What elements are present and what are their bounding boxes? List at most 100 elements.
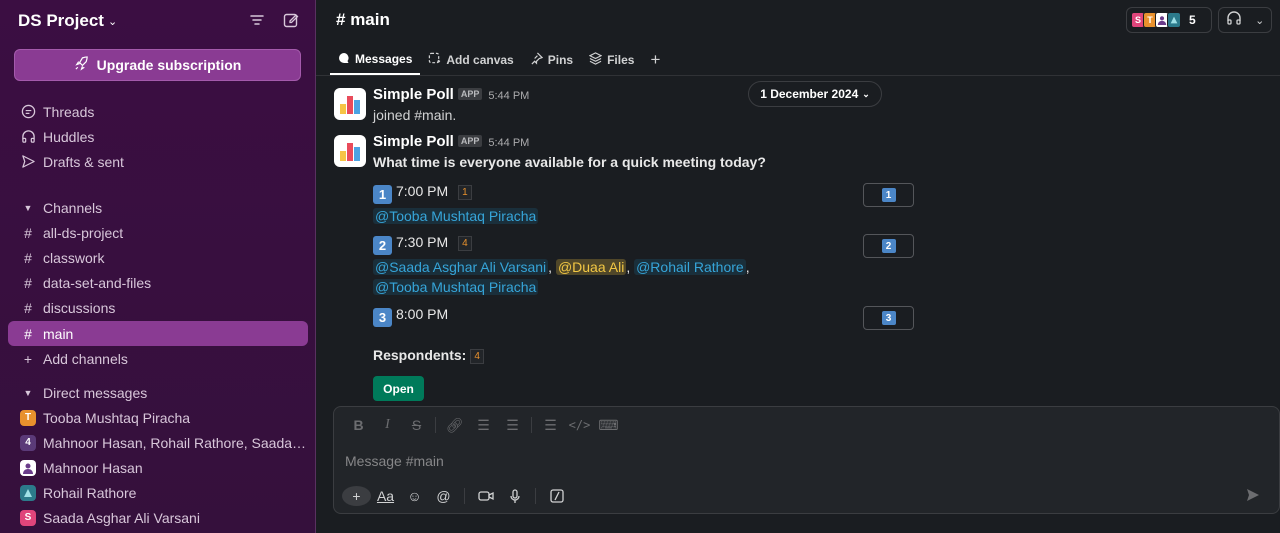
date-divider[interactable]: 1 December 2024 ⌄ [748, 81, 882, 107]
hash-icon: # [24, 299, 32, 316]
workspace-switcher[interactable]: DS Project ⌄ [18, 10, 117, 32]
threads-icon [20, 104, 36, 119]
keycap-1-icon: 1 [881, 188, 896, 202]
tab-label: Pins [547, 53, 574, 67]
message-icon [338, 52, 350, 67]
simple-poll-avatar[interactable] [334, 135, 366, 167]
dm-section-header[interactable]: ▼ Direct messages [8, 380, 148, 405]
sender-name[interactable]: Simple Poll [373, 86, 454, 103]
sidebar-item-classwork[interactable]: # classwork [8, 245, 308, 270]
message: Simple Poll APP 5:44 PM joined #main. [373, 86, 529, 123]
member-count: 5 [1189, 13, 1196, 27]
rocket-icon [74, 56, 89, 74]
nav-drafts-sent[interactable]: Drafts & sent [8, 149, 308, 174]
user-mention[interactable]: @Saada Asghar Ali Varsani [373, 259, 549, 275]
add-tab-button[interactable]: + [642, 45, 668, 75]
keycap-3-icon: 3 [373, 308, 392, 327]
channel-label: all-ds-project [43, 224, 124, 241]
video-icon[interactable] [471, 490, 500, 502]
sidebar-item-data-set-and-files[interactable]: # data-set-and-files [8, 270, 308, 295]
bulleted-list-icon[interactable]: ☰ [498, 417, 527, 434]
nav-huddles[interactable]: Huddles [8, 124, 308, 149]
add-channels-label: Add channels [43, 350, 128, 367]
slack-app: DS Project ⌄ Upgrade subscription Thread… [0, 0, 1280, 533]
upgrade-subscription-button[interactable]: Upgrade subscription [14, 49, 301, 81]
attach-button[interactable]: + [342, 486, 371, 506]
caret-down-icon: ▼ [23, 202, 33, 213]
tab-add-canvas[interactable]: Add canvas [420, 45, 521, 75]
hash-icon: # [24, 224, 32, 241]
sidebar-item-main[interactable]: # main [8, 321, 308, 346]
vote-button-1[interactable]: 1 [863, 183, 914, 207]
section-label: Direct messages [43, 384, 148, 401]
chevron-down-icon: ⌄ [862, 88, 870, 99]
user-mention[interactable]: @Rohail Rathore [634, 259, 746, 275]
chevron-down-icon[interactable]: ⌄ [1255, 14, 1264, 27]
dm-item-group[interactable]: 4 Mahnoor Hasan, Rohail Rathore, Saada… [8, 430, 308, 455]
canvas-icon [428, 52, 441, 68]
divider [535, 488, 536, 504]
tab-messages[interactable]: Messages [330, 45, 421, 75]
vote-button-2[interactable]: 2 [863, 234, 914, 258]
sender-name[interactable]: Simple Poll [373, 133, 454, 150]
text-format-icon[interactable]: Aa [371, 488, 400, 504]
dm-item-rohail[interactable]: Rohail Rathore [8, 480, 308, 505]
user-mention[interactable]: @Tooba Mushtaq Piracha [373, 208, 539, 224]
respondents: Respondents: 4 [373, 347, 484, 364]
divider [531, 417, 532, 433]
blockquote-icon[interactable]: ☰ [536, 417, 565, 434]
bold-icon[interactable]: B [344, 417, 373, 433]
huddle-button[interactable]: ⌄ [1218, 7, 1272, 33]
members-button[interactable]: S T 5 [1126, 7, 1212, 33]
sidebar-item-discussions[interactable]: # discussions [8, 295, 308, 320]
channels-section-header[interactable]: ▼ Channels [8, 195, 103, 220]
avatar [1167, 12, 1181, 28]
poll-option-2: 2 7:30 PM 4 @Saada Asghar Ali Varsani, @Du… [373, 234, 750, 295]
keycap-3-icon: 3 [881, 311, 896, 325]
simple-poll-avatar[interactable] [334, 88, 366, 120]
hash-icon: # [24, 249, 32, 266]
channel-label: main [43, 325, 74, 342]
vote-button-3[interactable]: 3 [863, 306, 914, 330]
link-icon[interactable]: 🔗︎ [440, 417, 469, 434]
ordered-list-icon[interactable]: ☰ [469, 417, 498, 434]
dm-item-saada[interactable]: S Saada Asghar Ali Varsani [8, 505, 308, 530]
channel-label: classwork [43, 249, 105, 266]
compose-icon[interactable] [281, 10, 301, 30]
tab-label: Add canvas [446, 53, 514, 67]
code-icon[interactable]: </> [565, 418, 594, 432]
sidebar-item-all-ds-project[interactable]: # all-ds-project [8, 220, 308, 245]
timestamp[interactable]: 5:44 PM [488, 90, 529, 102]
open-poll-button[interactable]: Open [373, 376, 424, 401]
emoji-icon[interactable]: ☺ [400, 488, 429, 504]
message-text: joined #main. [373, 107, 457, 123]
microphone-icon[interactable] [500, 488, 529, 504]
strikethrough-icon[interactable]: S [402, 417, 431, 433]
tab-pins[interactable]: Pins [522, 45, 581, 75]
mention-icon[interactable]: @ [429, 488, 458, 504]
tab-label: Messages [355, 52, 413, 66]
filter-icon[interactable] [247, 10, 267, 30]
option-time: 7:30 PM [396, 234, 449, 250]
user-mention-self[interactable]: @Duaa Ali [555, 259, 627, 275]
keycap-2-icon: 2 [881, 239, 896, 253]
channel-label: discussions [43, 299, 116, 316]
caret-down-icon: ▼ [23, 387, 33, 398]
add-channels-button[interactable]: + Add channels [8, 346, 308, 371]
message-input[interactable]: Message #main [345, 453, 444, 469]
dm-item-tooba[interactable]: T Tooba Mushtaq Piracha [8, 405, 308, 430]
tab-files[interactable]: Files [581, 45, 642, 75]
channel-title[interactable]: # main [336, 10, 390, 30]
code-block-icon[interactable]: ⌨ [594, 417, 623, 434]
timestamp[interactable]: 5:44 PM [488, 137, 529, 149]
nav-label: Drafts & sent [43, 153, 124, 170]
send-icon[interactable] [1245, 487, 1261, 508]
divider [435, 417, 436, 433]
dm-item-mahnoor[interactable]: Mahnoor Hasan [8, 455, 308, 480]
section-label: Channels [43, 199, 103, 216]
italic-icon[interactable]: I [373, 417, 402, 433]
slash-command-icon[interactable] [542, 489, 571, 503]
nav-threads[interactable]: Threads [8, 99, 308, 124]
user-mention[interactable]: @Tooba Mushtaq Piracha [373, 279, 539, 295]
chevron-down-icon: ⌄ [107, 15, 118, 28]
